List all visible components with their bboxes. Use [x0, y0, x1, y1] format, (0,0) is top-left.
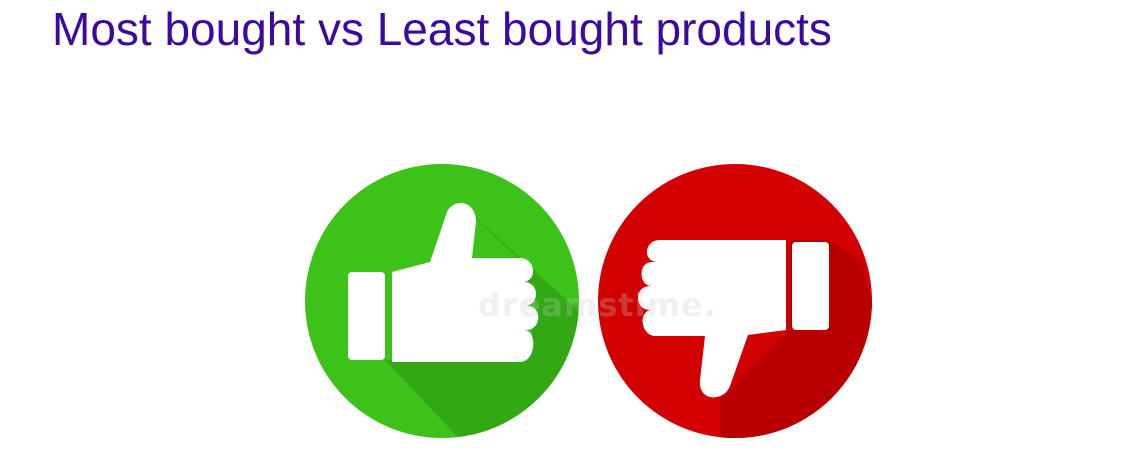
page: Most bought vs Least bought products dre…	[0, 0, 1144, 451]
thumbs-illustration	[305, 164, 872, 438]
watermark-text: dreamstime.	[478, 286, 717, 324]
